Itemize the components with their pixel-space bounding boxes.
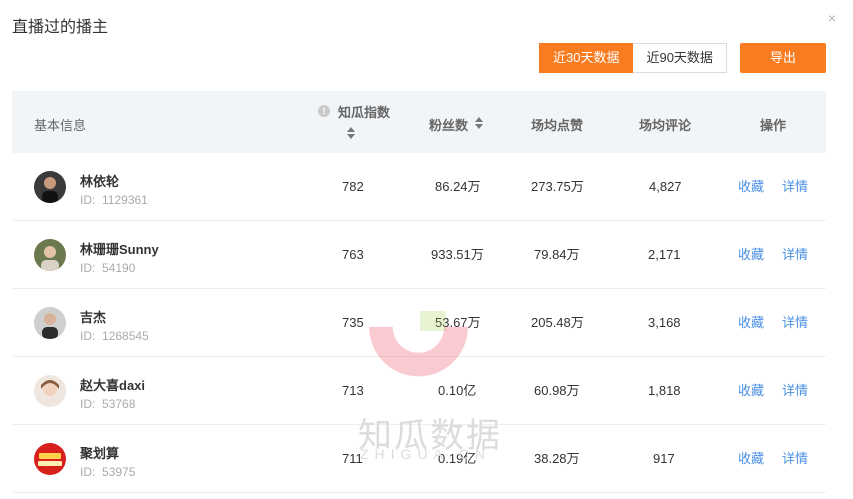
index-value: 763 xyxy=(342,247,364,262)
streamer-name[interactable]: 林珊珊Sunny xyxy=(80,239,159,258)
avatar[interactable] xyxy=(34,307,66,339)
id-label: ID: xyxy=(80,261,96,275)
fans-value: 0.10亿 xyxy=(438,383,477,398)
streamer-name[interactable]: 赵大喜daxi xyxy=(80,375,145,394)
range-30-days-button[interactable]: 近30天数据 xyxy=(539,43,634,73)
detail-link[interactable]: 详情 xyxy=(782,425,808,493)
id-label: ID: xyxy=(80,193,96,207)
avatar[interactable] xyxy=(34,171,66,203)
col-fans: 粉丝数 xyxy=(429,118,469,133)
range-toggle: 近30天数据 近90天数据 xyxy=(539,43,727,73)
dialog-title: 直播过的播主 xyxy=(12,19,109,36)
table-header: 基本信息 ! 知瓜指数 粉丝数 场均点赞 场均评论 操作 xyxy=(12,91,826,153)
table-row: 林依轮 ID: 1129361 782 86.24万 273.75万 4,827… xyxy=(12,153,826,221)
id-label: ID: xyxy=(80,465,96,479)
avatar[interactable] xyxy=(34,239,66,271)
likes-value: 205.48万 xyxy=(531,315,584,330)
favorite-link[interactable]: 收藏 xyxy=(738,425,764,493)
col-index: 知瓜指数 xyxy=(338,105,391,120)
index-value: 782 xyxy=(342,179,364,194)
range-90-days-button[interactable]: 近90天数据 xyxy=(633,43,727,73)
col-comments: 场均评论 xyxy=(639,118,692,133)
streamer-table: 基本信息 ! 知瓜指数 粉丝数 场均点赞 场均评论 操作 林依轮 ID: 112… xyxy=(12,91,826,493)
streamer-id: ID: 53768 xyxy=(80,397,135,411)
likes-value: 273.75万 xyxy=(531,179,584,194)
comments-value: 4,827 xyxy=(649,179,682,194)
comments-value: 1,818 xyxy=(648,383,681,398)
index-value: 711 xyxy=(342,451,363,466)
avatar[interactable] xyxy=(34,375,66,407)
favorite-link[interactable]: 收藏 xyxy=(738,221,764,289)
id-value: 53768 xyxy=(102,397,136,411)
index-value: 713 xyxy=(342,383,364,398)
sort-index-icon[interactable] xyxy=(347,127,356,139)
avatar[interactable] xyxy=(34,443,66,475)
favorite-link[interactable]: 收藏 xyxy=(738,153,764,221)
favorite-link[interactable]: 收藏 xyxy=(738,289,764,357)
col-actions: 操作 xyxy=(760,118,787,133)
likes-value: 38.28万 xyxy=(534,451,580,466)
likes-value: 60.98万 xyxy=(534,383,580,398)
streamer-name[interactable]: 林依轮 xyxy=(80,171,119,190)
fans-value: 933.51万 xyxy=(431,247,484,262)
fans-value: 0.19亿 xyxy=(438,451,477,466)
likes-value: 79.84万 xyxy=(534,247,580,262)
comments-value: 2,171 xyxy=(648,247,681,262)
info-icon[interactable]: ! xyxy=(318,105,330,117)
id-label: ID: xyxy=(80,397,96,411)
index-value: 735 xyxy=(342,315,364,330)
table-row: 林珊珊Sunny ID: 54190 763 933.51万 79.84万 2,… xyxy=(12,221,826,289)
fans-value: 53.67万 xyxy=(435,315,481,330)
favorite-link[interactable]: 收藏 xyxy=(738,357,764,425)
comments-value: 3,168 xyxy=(648,315,681,330)
streamer-id: ID: 53975 xyxy=(80,465,135,479)
id-value: 1129361 xyxy=(102,193,148,207)
detail-link[interactable]: 详情 xyxy=(782,357,808,425)
id-value: 54190 xyxy=(102,261,136,275)
detail-link[interactable]: 详情 xyxy=(782,289,808,357)
streamer-name[interactable]: 吉杰 xyxy=(80,307,106,326)
sort-fans-icon[interactable] xyxy=(475,117,484,129)
id-value: 1268545 xyxy=(102,329,149,343)
detail-link[interactable]: 详情 xyxy=(782,221,808,289)
id-value: 53975 xyxy=(102,465,136,479)
streamer-id: ID: 54190 xyxy=(80,261,135,275)
export-button[interactable]: 导出 xyxy=(740,43,826,73)
streamer-name[interactable]: 聚划算 xyxy=(80,443,119,462)
streamer-id: ID: 1268545 xyxy=(80,329,149,343)
table-row: 赵大喜daxi ID: 53768 713 0.10亿 60.98万 1,818… xyxy=(12,357,826,425)
streamer-id: ID: 1129361 xyxy=(80,193,148,207)
table-row: 吉杰 ID: 1268545 735 53.67万 205.48万 3,168 … xyxy=(12,289,826,357)
col-basic-info: 基本信息 xyxy=(34,118,87,133)
fans-value: 86.24万 xyxy=(435,179,481,194)
close-icon[interactable]: × xyxy=(824,10,840,26)
col-likes: 场均点赞 xyxy=(531,118,584,133)
comments-value: 917 xyxy=(653,451,675,466)
table-row: 聚划算 ID: 53975 711 0.19亿 38.28万 917 收藏 详情 xyxy=(12,425,826,493)
detail-link[interactable]: 详情 xyxy=(782,153,808,221)
id-label: ID: xyxy=(80,329,96,343)
